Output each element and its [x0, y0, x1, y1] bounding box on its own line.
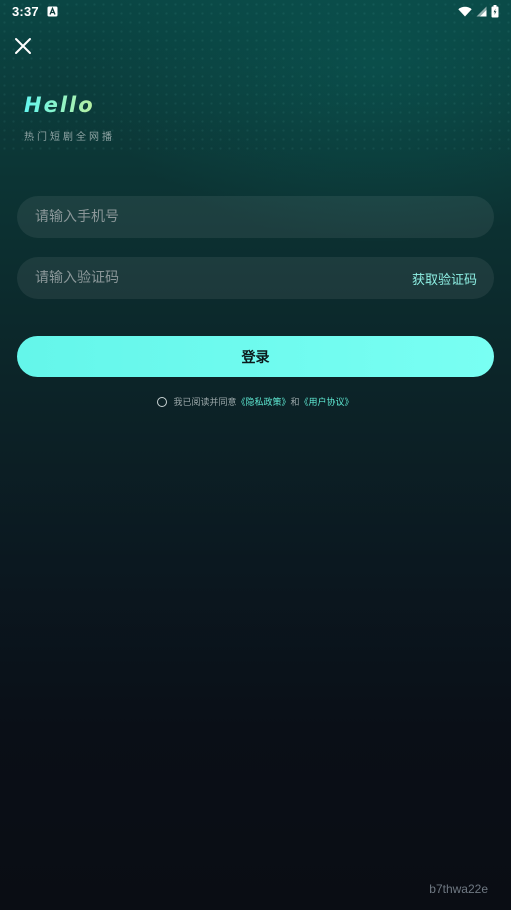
status-right	[458, 4, 499, 18]
status-left: 3:37	[12, 4, 59, 19]
agreement-row: 我已阅读并同意 《隐私政策》 和 《用户协议》	[0, 395, 511, 408]
close-icon	[14, 37, 32, 59]
privacy-policy-link[interactable]: 《隐私政策》	[236, 395, 290, 408]
close-button[interactable]	[12, 37, 34, 59]
a-letter-icon	[47, 5, 59, 17]
watermark-text: b7thwa22e	[429, 882, 488, 896]
hello-title: Hello	[24, 93, 95, 117]
get-code-button[interactable]: 获取验证码	[412, 269, 477, 288]
login-button[interactable]: 登录	[17, 336, 494, 377]
code-field: 获取验证码	[17, 257, 494, 299]
battery-icon	[491, 4, 499, 18]
agreement-radio[interactable]	[157, 396, 168, 407]
phone-field	[17, 196, 494, 238]
code-input[interactable]	[35, 270, 412, 286]
agreement-prefix: 我已阅读并同意	[173, 398, 237, 408]
status-bar: 3:37	[0, 0, 511, 22]
status-time: 3:37	[12, 3, 39, 19]
user-agreement-link[interactable]: 《用户协议》	[300, 395, 354, 408]
wifi-icon	[458, 6, 472, 17]
login-screen: 3:37 Hello 热门短剧全网播 请输入手机号 请输入验证码 获取验证码 登…	[0, 0, 511, 910]
hello-subtitle: 热门短剧全网播	[24, 132, 115, 143]
agreement-conjunction: 和	[290, 398, 300, 408]
signal-icon	[476, 6, 487, 17]
phone-input[interactable]	[35, 209, 477, 225]
